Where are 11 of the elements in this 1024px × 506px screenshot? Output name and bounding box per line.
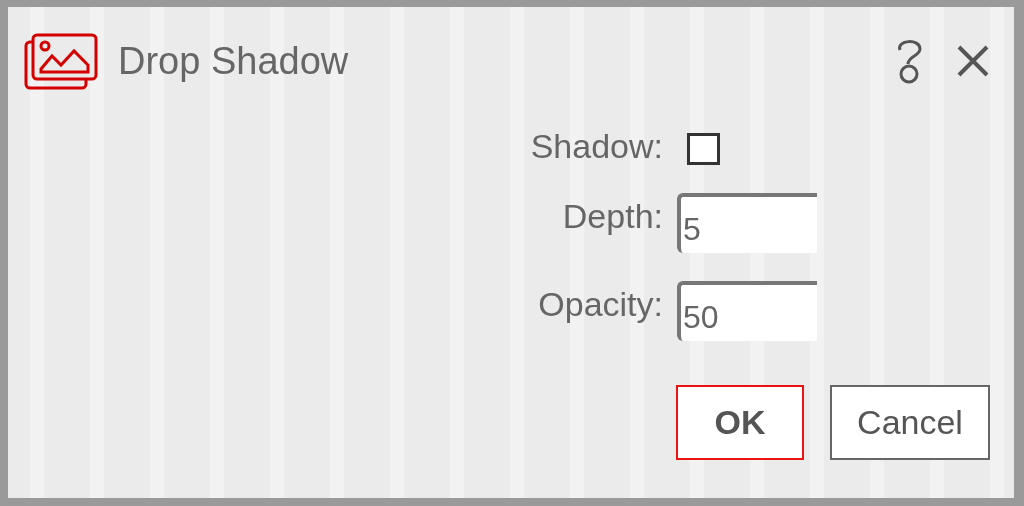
cancel-button[interactable]: Cancel — [830, 385, 990, 460]
window-title: Drop Shadow — [118, 39, 350, 83]
number-field[interactable]: 50 — [677, 281, 817, 341]
number-field[interactable]: 5 — [677, 193, 817, 253]
shadow-checkbox[interactable] — [687, 133, 720, 165]
field-label: Opacity: — [538, 284, 663, 325]
close-button[interactable] — [956, 44, 990, 78]
image-icon — [24, 32, 98, 90]
field-label: Shadow: — [530, 129, 663, 165]
field-label: Depth: — [562, 196, 663, 237]
ok-button[interactable]: OK — [676, 385, 804, 460]
